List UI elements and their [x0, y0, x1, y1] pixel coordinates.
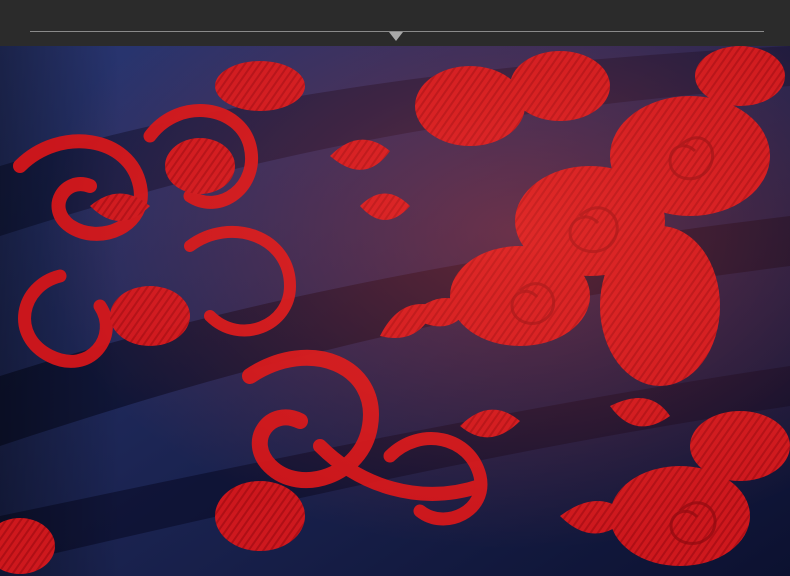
- fabric-image: [0, 46, 790, 576]
- section-divider-bar: [0, 0, 790, 46]
- fabric-closeup-photo: [0, 46, 790, 576]
- product-detail-page: [0, 0, 790, 576]
- down-arrow-icon: [389, 32, 403, 41]
